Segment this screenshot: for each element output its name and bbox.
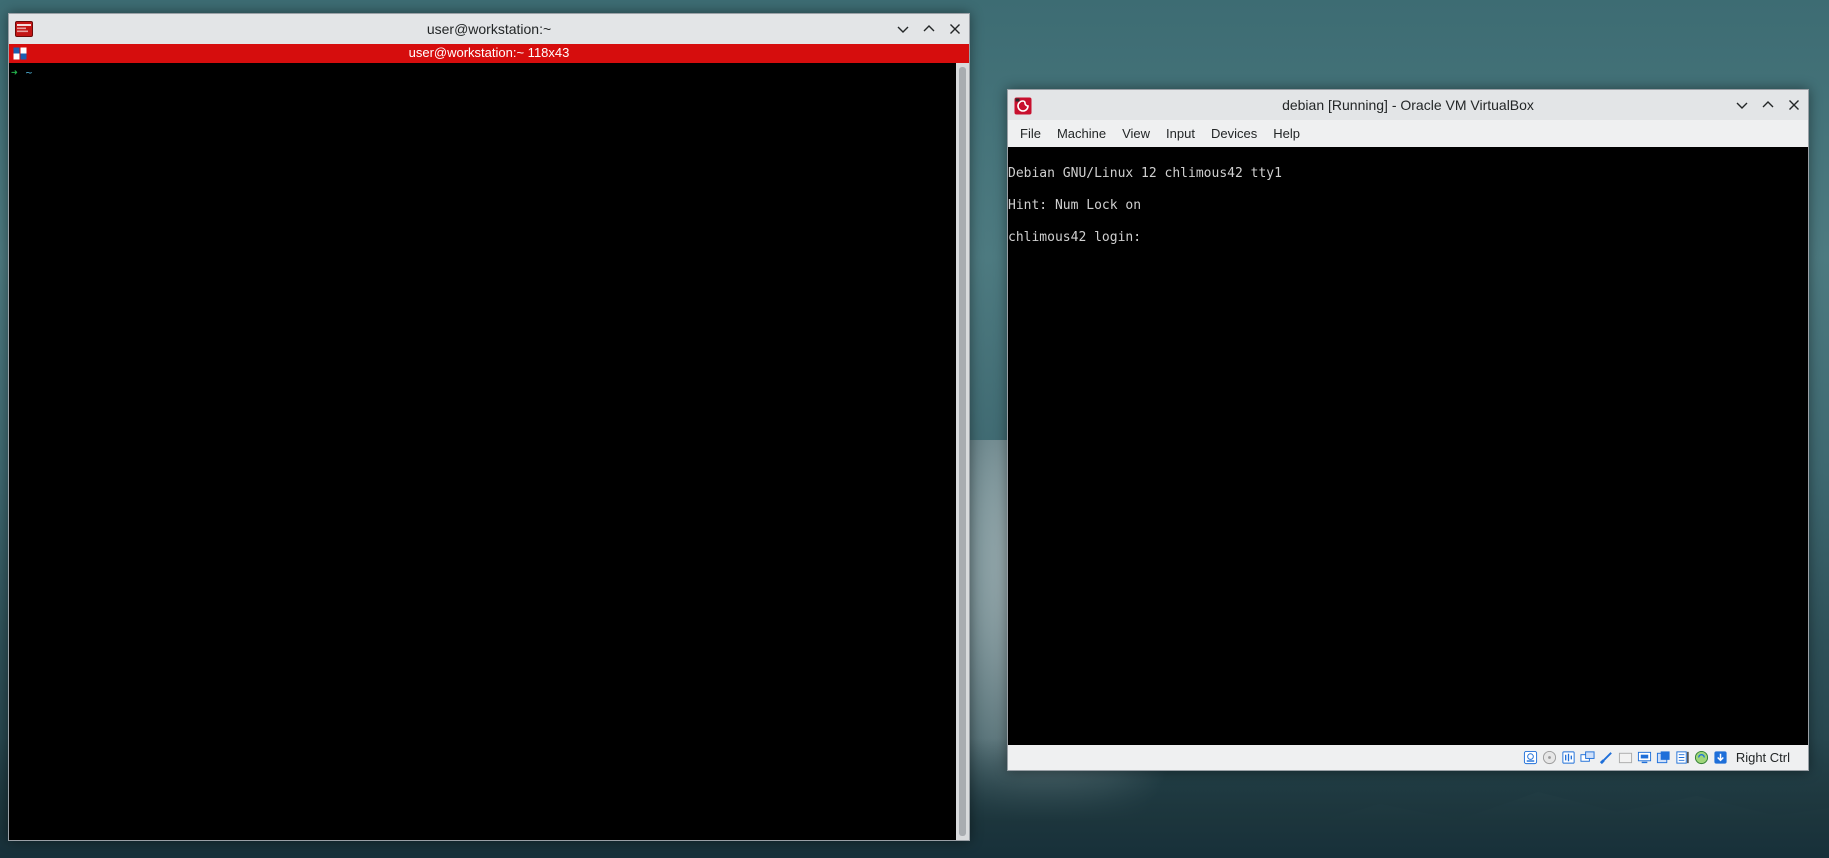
virtualbox-window[interactable]: debian [Running] - Oracle VM VirtualBox … [1007,89,1809,771]
window-title: debian [Running] - Oracle VM VirtualBox [1282,97,1534,113]
menu-devices[interactable]: Devices [1203,122,1265,145]
menu-bar: File Machine View Input Devices Help [1008,120,1808,147]
menu-input[interactable]: Input [1158,122,1203,145]
recording-icon[interactable] [1656,750,1672,766]
shared-folders-icon[interactable] [1618,750,1634,766]
minimize-icon[interactable] [893,19,913,39]
terminal-scrollbar[interactable] [956,63,969,840]
virtualization-icon[interactable] [1694,750,1710,766]
menu-file[interactable]: File [1012,122,1049,145]
minimize-icon[interactable] [1732,95,1752,115]
console-line-banner: Debian GNU/Linux 12 chlimous42 tty1 [1008,166,1282,181]
menu-help[interactable]: Help [1265,122,1308,145]
console-line-login: chlimous42 login: [1008,230,1142,245]
scrollbar-thumb[interactable] [959,67,966,836]
close-icon[interactable] [945,19,965,39]
terminal-output[interactable]: ➜ ~ [9,63,969,840]
window-controls [1732,95,1804,115]
window-controls [893,19,965,39]
prompt-arrow: ➜ [11,66,18,79]
menu-view[interactable]: View [1114,122,1158,145]
menu-machine[interactable]: Machine [1049,122,1114,145]
window-title: user@workstation:~ [426,21,552,37]
console-line-hint: Hint: Num Lock on [1008,198,1142,213]
usb-icon[interactable] [1599,750,1615,766]
virtualbox-titlebar[interactable]: debian [Running] - Oracle VM VirtualBox [1008,90,1808,120]
close-icon[interactable] [1784,95,1804,115]
host-key-label: Right Ctrl [1735,750,1790,765]
maximize-icon[interactable] [1758,95,1778,115]
cpu-icon[interactable] [1675,750,1691,766]
vm-display[interactable]: Debian GNU/Linux 12 chlimous42 tty1 Hint… [1008,147,1808,747]
terminal-titlebar[interactable]: user@workstation:~ [9,14,969,44]
terminal-window[interactable]: user@workstation:~ user@workstation:~ 11… [8,13,970,841]
audio-icon[interactable] [1561,750,1577,766]
display-icon[interactable] [1637,750,1653,766]
terminal-tab[interactable]: user@workstation:~ 118x43 [9,44,969,63]
shell-prompt: ➜ ~ [11,66,955,79]
prompt-directory: ~ [25,66,33,79]
maximize-icon[interactable] [919,19,939,39]
status-bar: Right Ctrl [1008,745,1808,770]
mouse-integration-icon[interactable] [1713,750,1729,766]
hard-disk-icon[interactable] [1523,750,1539,766]
network-icon[interactable] [1580,750,1596,766]
optical-drive-icon[interactable] [1542,750,1558,766]
tab-title: user@workstation:~ 118x43 [408,45,570,60]
